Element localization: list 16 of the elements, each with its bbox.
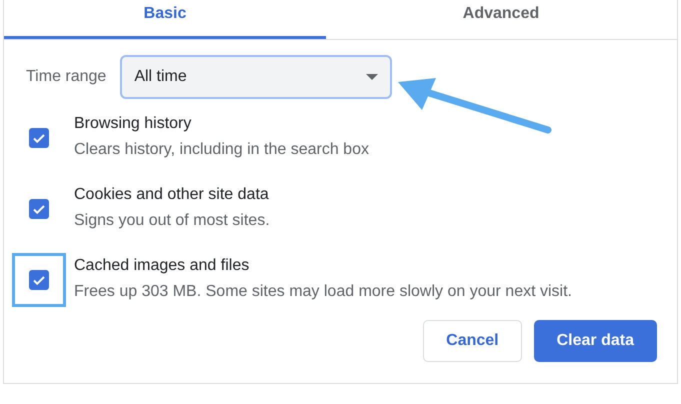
option-description: Frees up 303 MB. Some sites may load more slowly on your next visit. <box>74 283 572 301</box>
field-label: Time range <box>26 68 106 86</box>
tab[interactable]: Advanced <box>326 0 676 39</box>
option-title: Cached images and files <box>74 257 250 275</box>
option-description: Clears history, including in the search box <box>74 141 369 159</box>
clear-data-button[interactable]: Clear data <box>534 320 657 362</box>
option-title: Cookies and other site data <box>74 186 270 204</box>
checkbox[interactable] <box>29 199 49 219</box>
cancel-button[interactable]: Cancel <box>423 320 522 362</box>
checkbox[interactable] <box>29 128 49 148</box>
tab[interactable]: Basic <box>4 0 326 39</box>
time-range-dropdown[interactable]: All time <box>120 55 392 99</box>
caret-icon <box>366 74 378 80</box>
option-description: Signs you out of most sites. <box>74 212 270 230</box>
checkbox[interactable] <box>29 270 49 290</box>
option-title: Browsing history <box>74 115 192 133</box>
